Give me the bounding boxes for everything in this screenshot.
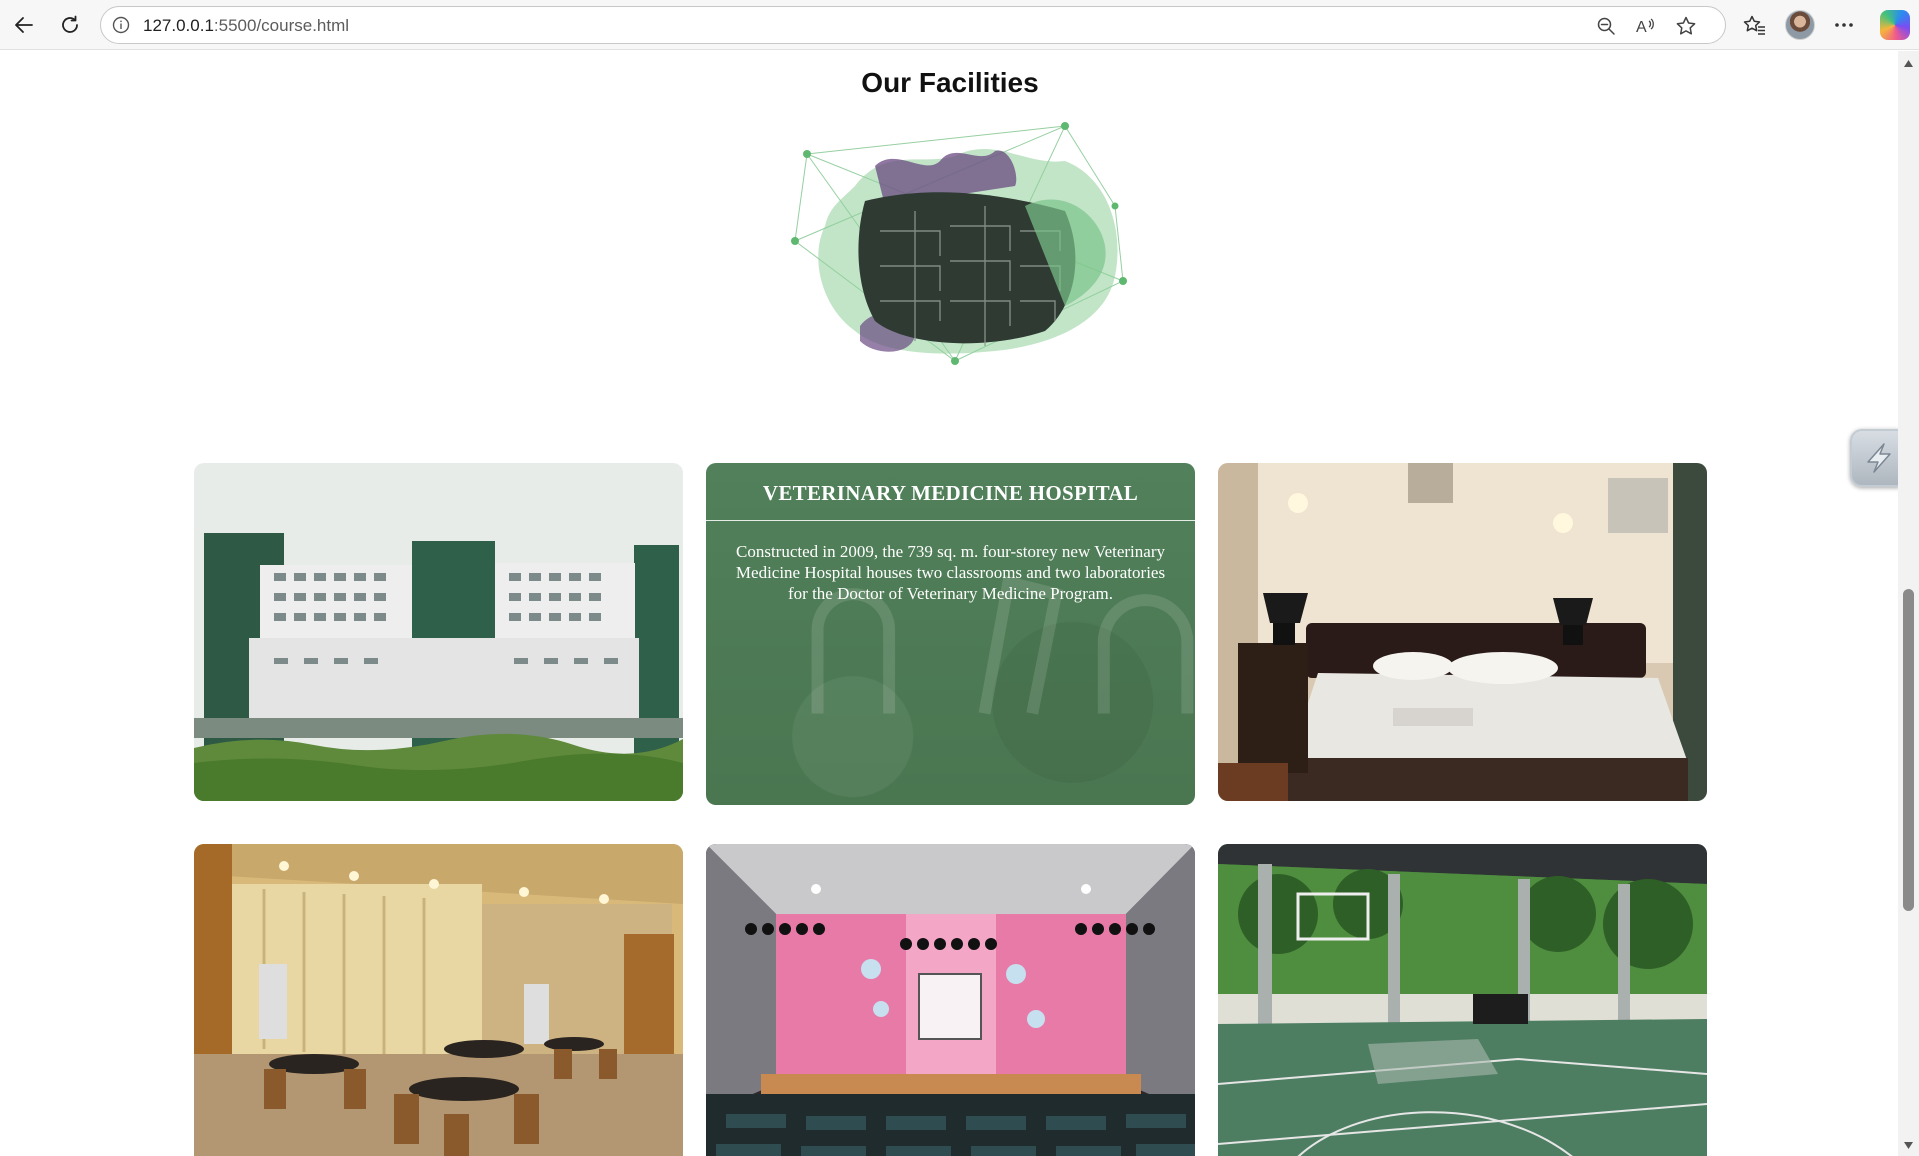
facility-card-dining-hall[interactable] — [194, 844, 683, 1156]
facility-card-auditorium[interactable] — [706, 844, 1195, 1156]
facility-card-veterinary-hospital[interactable]: VETERINARY MEDICINE HOSPITAL Constructed… — [706, 463, 1195, 805]
microscope-background — [811, 574, 1194, 715]
hotel-room-photo — [1218, 463, 1707, 801]
basketball-court-photo — [1218, 844, 1707, 1156]
url-path: :5500/course.html — [213, 16, 350, 35]
profile-avatar[interactable] — [1785, 10, 1815, 40]
facility-card-basketball-court[interactable] — [1218, 844, 1707, 1156]
copilot-icon[interactable] — [1880, 10, 1910, 40]
dining-hall-photo — [194, 844, 683, 1156]
url-host: 127.0.0.1 — [143, 16, 214, 35]
page-title: Our Facilities — [861, 67, 1039, 98]
building-photo — [194, 463, 683, 801]
lightning-icon — [1867, 443, 1891, 473]
refresh-icon[interactable] — [54, 9, 86, 41]
page-viewport: Our Facilities VETERINARY MEDICINE HOSPI… — [0, 51, 1898, 1156]
vertical-scrollbar[interactable] — [1898, 51, 1919, 1156]
read-aloud-icon[interactable]: A — [1634, 13, 1660, 39]
info-icon[interactable] — [111, 15, 131, 35]
facility-card-building[interactable] — [194, 463, 683, 801]
facilities-hero-illustration — [791, 122, 1127, 365]
browser-toolbar: 127.0.0.1:5500/course.html A — [0, 0, 1919, 50]
scroll-thumb[interactable] — [1903, 589, 1914, 911]
back-icon[interactable] — [8, 9, 40, 41]
facility-card-hotel-room[interactable] — [1218, 463, 1707, 801]
address-bar[interactable]: 127.0.0.1:5500/course.html A — [100, 6, 1726, 44]
url-text[interactable]: 127.0.0.1:5500/course.html — [143, 16, 349, 36]
more-icon[interactable] — [1828, 9, 1860, 41]
floating-widget-button[interactable] — [1850, 429, 1898, 487]
scroll-down-icon[interactable] — [1902, 1139, 1915, 1152]
zoom-out-icon[interactable] — [1593, 13, 1619, 39]
svg-text:A: A — [1636, 19, 1647, 36]
scroll-up-icon[interactable] — [1902, 57, 1915, 70]
favorites-icon[interactable] — [1739, 9, 1771, 41]
favorite-star-icon[interactable] — [1673, 13, 1699, 39]
auditorium-photo — [706, 844, 1195, 1156]
